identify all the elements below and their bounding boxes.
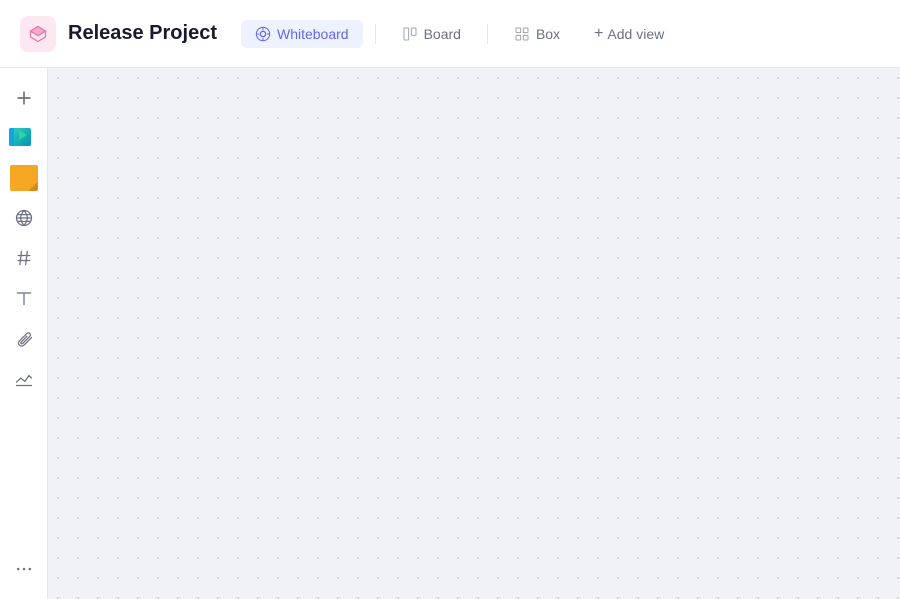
whiteboard-canvas[interactable] (48, 68, 900, 599)
tab-whiteboard-label: Whiteboard (277, 26, 349, 42)
project-icon (20, 16, 56, 52)
sidebar-item-text[interactable] (6, 280, 42, 316)
main-area (0, 68, 900, 599)
whiteboard-tab-icon (255, 26, 271, 42)
board-tab-icon (402, 26, 418, 42)
sidebar (0, 68, 48, 599)
sidebar-item-more[interactable] (6, 551, 42, 587)
tab-board[interactable]: Board (388, 20, 475, 48)
tab-box[interactable]: Box (500, 20, 574, 48)
add-view-plus-icon: + (594, 25, 603, 43)
globe-icon (14, 208, 34, 228)
sidebar-item-hashtag[interactable] (6, 240, 42, 276)
sidebar-item-add[interactable] (6, 80, 42, 116)
sidebar-item-media[interactable] (6, 120, 42, 156)
text-icon (14, 288, 34, 308)
add-view-label: Add view (607, 26, 664, 42)
add-view-button[interactable]: + Add view (582, 19, 676, 49)
pen-icon (14, 368, 34, 388)
sidebar-item-pen[interactable] (6, 360, 42, 396)
sidebar-item-globe[interactable] (6, 200, 42, 236)
nav-tabs: Whiteboard Board (241, 19, 880, 49)
sidebar-item-attachment[interactable] (6, 320, 42, 356)
tab-whiteboard[interactable]: Whiteboard (241, 20, 363, 48)
more-icon (14, 559, 34, 579)
sidebar-item-sticky[interactable] (6, 160, 42, 196)
header: Release Project Whiteboard Board (0, 0, 900, 68)
sticky-note-icon (10, 165, 38, 191)
tab-divider-2 (487, 24, 488, 44)
hashtag-icon (14, 248, 34, 268)
attachment-icon (14, 328, 34, 348)
plus-icon (14, 88, 34, 108)
box-tab-icon (514, 26, 530, 42)
tab-box-label: Box (536, 26, 560, 42)
tab-divider-1 (375, 24, 376, 44)
project-name: Release Project (68, 22, 217, 45)
tab-board-label: Board (424, 26, 461, 42)
